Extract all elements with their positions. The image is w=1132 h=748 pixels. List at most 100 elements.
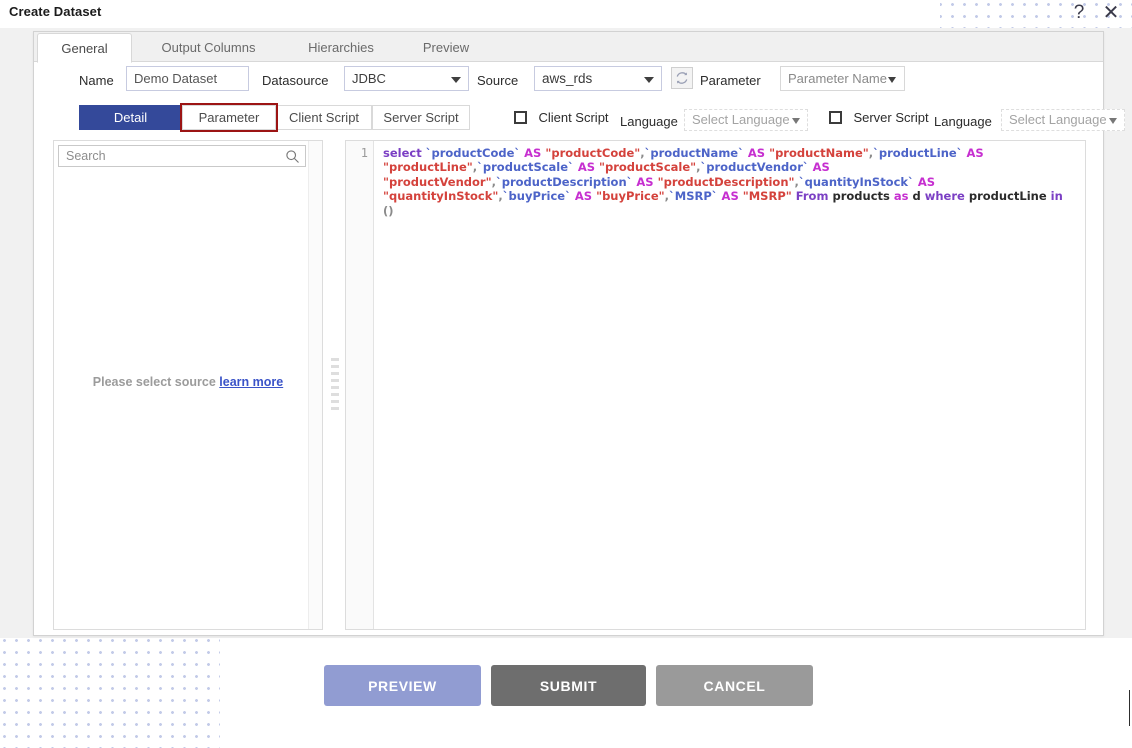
window-title-bar: Create Dataset ? ✕ <box>0 0 1132 28</box>
sql-token: `productDescription` <box>495 174 633 189</box>
tab-output-columns[interactable]: Output Columns <box>146 34 271 63</box>
subtab-parameter[interactable]: Parameter <box>180 103 278 132</box>
editor-gutter: 1 <box>346 141 374 629</box>
create-dataset-dialog: General Output Columns Hierarchies Previ… <box>33 31 1125 636</box>
sql-token: "quantityInStock" <box>383 189 499 204</box>
client-language-select[interactable]: Select Language <box>684 109 808 131</box>
sql-token: productLine <box>968 189 1047 204</box>
name-label: Name <box>79 73 114 88</box>
sql-token: () <box>383 203 394 218</box>
cancel-button[interactable]: CANCEL <box>656 665 813 706</box>
sql-token: AS <box>747 146 766 160</box>
refresh-glyph <box>676 72 688 84</box>
chevron-down-icon <box>451 77 461 83</box>
tab-hierarchies[interactable]: Hierarchies <box>286 34 396 63</box>
main-tab-strip: General Output Columns Hierarchies Previ… <box>34 32 1103 63</box>
dialog-action-bar: PREVIEW SUBMIT CANCEL <box>0 665 1132 709</box>
chevron-down-icon <box>888 77 896 83</box>
sql-token: as <box>893 189 909 204</box>
sql-token: AS <box>721 189 739 204</box>
sql-token: AS <box>577 160 595 175</box>
sql-token: `productScale` <box>477 160 574 175</box>
panel-scrollbar[interactable] <box>308 141 322 629</box>
sql-token: AS <box>574 189 593 204</box>
checkbox-box <box>829 111 842 124</box>
source-select[interactable]: aws_rds <box>534 66 662 91</box>
sql-token: AS <box>636 174 654 189</box>
sql-token: in <box>1050 189 1063 204</box>
server-script-checkbox[interactable]: Server Script <box>829 109 929 127</box>
source-tree-panel: Please select source learn more <box>53 140 323 630</box>
learn-more-link[interactable]: learn more <box>219 375 283 389</box>
sql-token: "productLine" <box>383 160 473 175</box>
tab-preview[interactable]: Preview <box>406 34 486 63</box>
panel-splitter[interactable] <box>329 140 341 630</box>
parameter-label: Parameter <box>700 73 761 88</box>
script-tab-row: Detail Parameter Client Script Server Sc… <box>34 103 1125 133</box>
source-value: aws_rds <box>542 71 593 86</box>
submit-button[interactable]: SUBMIT <box>491 665 646 706</box>
page-title: Create Dataset <box>9 4 102 19</box>
dataset-content-area: Please select source learn more 1 select… <box>53 140 1086 630</box>
splitter-grip-icon <box>331 358 339 412</box>
search-input[interactable] <box>64 146 279 166</box>
sql-token: where <box>924 189 965 204</box>
client-language-label: Language <box>620 114 678 129</box>
client-script-checkbox-label: Client Script <box>538 110 609 125</box>
chevron-down-icon <box>644 77 654 83</box>
parameter-name-value: Parameter Name <box>788 71 887 86</box>
source-label: Source <box>477 73 519 88</box>
subtab-client-script[interactable]: Client Script <box>276 105 372 130</box>
sql-token: `productVendor` <box>700 160 809 175</box>
datasource-label: Datasource <box>262 73 329 88</box>
server-language-label: Language <box>934 114 992 129</box>
server-language-value: Select Language <box>1009 112 1107 127</box>
chevron-down-icon <box>1109 118 1117 124</box>
sql-code-editor[interactable]: select `productCode` AS "productCode",`p… <box>375 141 1085 629</box>
sql-token: "productDescription" <box>657 174 795 189</box>
tab-general[interactable]: General <box>37 33 132 63</box>
datasource-value: JDBC <box>352 71 386 86</box>
sql-token: "productName" <box>769 146 869 160</box>
empty-state-message: Please select source learn more <box>54 375 322 389</box>
sql-token: select <box>383 146 422 160</box>
dataset-form-row: Name Datasource JDBC Source aws_rds <box>34 63 1103 100</box>
subtab-server-script[interactable]: Server Script <box>372 105 470 130</box>
sql-token: "buyPrice" <box>596 189 665 204</box>
sql-token: "productScale" <box>599 160 697 175</box>
sql-token: AS <box>524 146 542 160</box>
sql-token: `productName` <box>644 146 744 160</box>
sql-token: From <box>795 189 829 204</box>
subtab-detail[interactable]: Detail <box>79 105 182 130</box>
app-root: Create Dataset ? ✕ General Output Column… <box>0 0 1132 748</box>
sql-token: `productCode` <box>425 146 521 160</box>
preview-button[interactable]: PREVIEW <box>324 665 481 706</box>
empty-state-text: Please select source <box>92 375 216 389</box>
datasource-select[interactable]: JDBC <box>344 66 469 91</box>
sql-token: AS <box>966 146 984 160</box>
server-language-select[interactable]: Select Language <box>1001 109 1125 131</box>
sql-token: products <box>832 189 890 204</box>
sql-token: d <box>912 189 921 204</box>
sql-token: "MSRP" <box>742 189 792 204</box>
search-box[interactable] <box>58 145 306 167</box>
sql-token: `productLine` <box>873 146 963 160</box>
sql-token: `buyPrice` <box>502 189 571 204</box>
name-input[interactable] <box>126 66 249 91</box>
sql-token: AS <box>812 160 830 175</box>
client-script-checkbox[interactable]: Client Script <box>514 109 609 127</box>
parameter-name-select[interactable]: Parameter Name <box>780 66 905 91</box>
checkbox-box <box>514 111 527 124</box>
sql-token: `MSRP` <box>669 189 718 204</box>
help-icon[interactable]: ? <box>1066 0 1092 26</box>
line-number: 1 <box>360 146 368 160</box>
sql-editor-panel: 1 select `productCode` AS "productCode",… <box>345 140 1086 630</box>
sql-token: AS <box>917 174 936 189</box>
refresh-icon[interactable] <box>671 67 693 89</box>
client-language-value: Select Language <box>692 112 790 127</box>
close-icon[interactable]: ✕ <box>1098 0 1124 26</box>
